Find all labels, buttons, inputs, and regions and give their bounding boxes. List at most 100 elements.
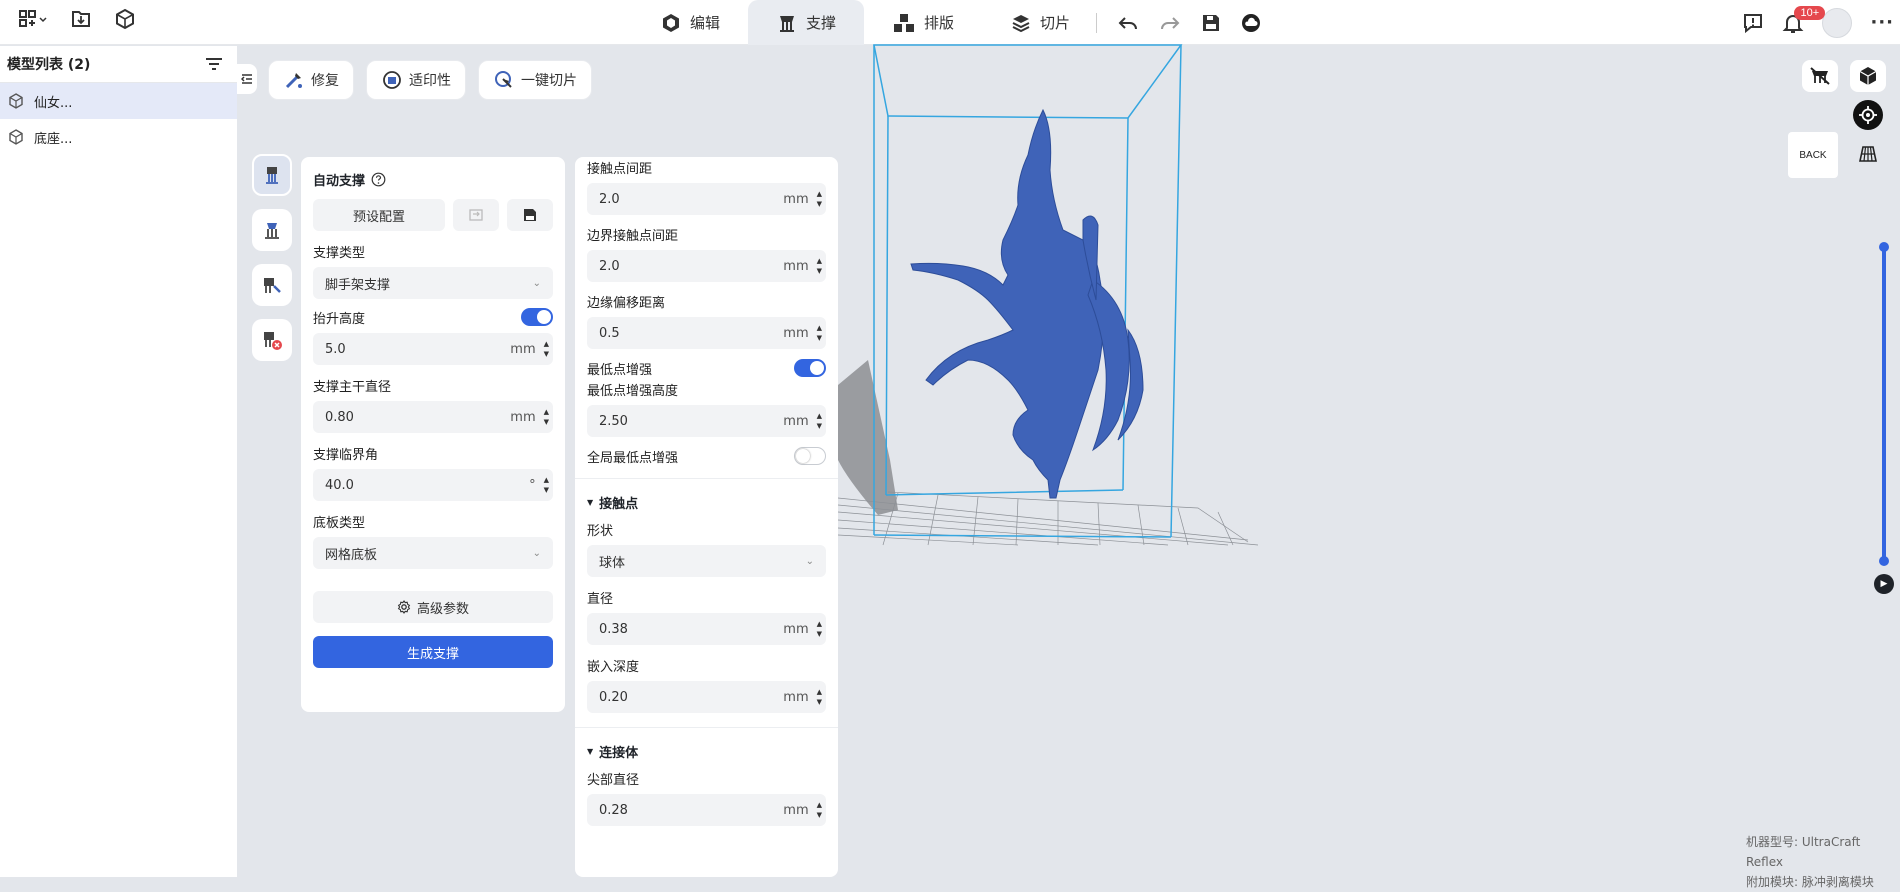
advanced-params-panel: 接触点间距 2.0 mm ▲ ▼ 边界接触点间距 2.0 mm ▲ ▼ 边缘偏移距离…	[575, 157, 838, 877]
target-icon	[1859, 106, 1877, 124]
auto-support-tool[interactable]	[252, 154, 292, 196]
hide-support-button[interactable]	[1802, 60, 1838, 92]
model-list-header: 模型列表 (2)	[0, 46, 237, 83]
stepper-icon[interactable]: ▲ ▼	[817, 687, 822, 707]
tab-layout[interactable]: 排版	[864, 0, 982, 45]
edge-offset-input[interactable]: 0.5 mm ▲ ▼	[587, 317, 826, 349]
edit-cube-icon	[663, 13, 679, 32]
unit-label: mm	[510, 409, 536, 425]
contact-spacing-input[interactable]: 2.0 mm ▲ ▼	[587, 183, 826, 215]
support-type-select[interactable]: 脚手架支撑 ⌄	[313, 267, 553, 299]
support-type-label: 支撑类型	[313, 245, 366, 261]
model-list-sidebar: 模型列表 (2) 仙女... 底座...	[0, 46, 237, 877]
lift-height-toggle[interactable]	[521, 308, 553, 326]
stepper-icon[interactable]: ▲ ▼	[544, 407, 549, 427]
stepper-icon[interactable]: ▲ ▼	[817, 619, 822, 639]
shape-value: 球体	[599, 555, 626, 571]
stepper-icon[interactable]: ▲ ▼	[817, 800, 822, 820]
tab-support[interactable]: 支撑	[748, 0, 865, 45]
apps-menu-icon[interactable]	[18, 8, 48, 30]
preset-config-button[interactable]: 预设配置	[313, 199, 445, 231]
stepper-icon[interactable]: ▲ ▼	[544, 339, 549, 359]
save-icon	[524, 209, 536, 221]
undo-icon[interactable]	[1117, 13, 1139, 33]
diameter-value: 0.38	[599, 621, 628, 637]
support-mode-tools	[252, 154, 292, 361]
slider-bottom-handle[interactable]	[1879, 556, 1889, 566]
save-preset-button[interactable]	[507, 199, 553, 231]
import-icon[interactable]	[70, 8, 92, 30]
cloud-icon[interactable]	[1241, 13, 1261, 33]
edge-offset-label: 边缘偏移距离	[587, 295, 666, 311]
lowest-point-toggle[interactable]	[794, 359, 826, 377]
one-click-slice-button[interactable]: 一键切片	[478, 60, 592, 100]
build-plate-grid	[838, 491, 1258, 546]
top-bar: 编辑 支撑 排版 切片 10+ ···	[0, 0, 1900, 45]
tip-diameter-input[interactable]: 0.28 mm ▲ ▼	[587, 794, 826, 826]
printability-icon	[383, 71, 401, 89]
shape-label: 形状	[587, 523, 614, 539]
edge-contact-spacing-input[interactable]: 2.0 mm ▲ ▼	[587, 250, 826, 282]
stepper-icon[interactable]: ▲ ▼	[817, 256, 822, 276]
feedback-icon[interactable]	[1742, 12, 1764, 34]
unit-label: mm	[783, 621, 809, 637]
unit-label: mm	[783, 802, 809, 818]
unit-label: mm	[783, 191, 809, 207]
edit-support-icon	[264, 278, 281, 293]
3d-viewport[interactable]	[838, 40, 1258, 560]
global-lowest-toggle[interactable]	[794, 447, 826, 465]
lowest-point-height-input[interactable]: 2.50 mm ▲ ▼	[587, 405, 826, 437]
model-list-item[interactable]: 底座...	[0, 119, 237, 155]
manual-support-tool[interactable]	[252, 209, 292, 251]
view-cube-button[interactable]	[1850, 60, 1886, 92]
filter-icon[interactable]	[205, 57, 223, 71]
diameter-label: 直径	[587, 591, 614, 607]
delete-support-tool[interactable]	[252, 319, 292, 361]
play-button[interactable]: ▶	[1874, 574, 1894, 594]
advanced-params-label: 高级参数	[416, 601, 469, 617]
tab-slice[interactable]: 切片	[982, 0, 1098, 45]
stepper-icon[interactable]: ▲ ▼	[817, 411, 822, 431]
stepper-icon[interactable]: ▲ ▼	[817, 189, 822, 209]
figurine-model	[910, 108, 1144, 499]
locate-button[interactable]	[1853, 100, 1883, 130]
more-icon[interactable]: ···	[1870, 12, 1894, 33]
base-type-select[interactable]: 网格底板 ⌄	[313, 537, 553, 569]
help-icon[interactable]	[371, 172, 386, 187]
layer-slider[interactable]	[1879, 242, 1889, 566]
unit-label: °	[529, 477, 536, 493]
grid-view-button[interactable]	[1850, 138, 1886, 170]
edit-support-tool[interactable]	[252, 264, 292, 306]
notification-bell-icon[interactable]: 10+	[1782, 5, 1826, 34]
advanced-params-button[interactable]: 高级参数	[313, 591, 553, 623]
shape-select[interactable]: 球体 ⌄	[587, 545, 826, 577]
connector-section-title: 连接体	[599, 745, 639, 761]
embed-depth-input[interactable]: 0.20 mm ▲ ▼	[587, 681, 826, 713]
tab-edit-label: 编辑	[690, 14, 721, 32]
contact-section-header[interactable]: ▼ 接触点	[587, 491, 826, 513]
avatar[interactable]	[1822, 7, 1853, 38]
stepper-icon[interactable]: ▲ ▼	[544, 475, 549, 495]
one-click-slice-icon	[495, 71, 512, 88]
tab-edit[interactable]: 编辑	[632, 0, 748, 45]
connector-section-header[interactable]: ▼ 连接体	[587, 740, 826, 762]
redo-icon[interactable]	[1159, 13, 1181, 33]
back-view-label[interactable]: BACK	[1788, 132, 1838, 178]
contact-section-title: 接触点	[599, 496, 639, 512]
model-list-item[interactable]: 仙女...	[0, 83, 237, 119]
lowest-point-height-value: 2.50	[599, 413, 628, 429]
diameter-input[interactable]: 0.38 mm ▲ ▼	[587, 613, 826, 645]
view-cube-icon	[1859, 67, 1877, 85]
collapse-panel-button[interactable]	[237, 64, 257, 94]
save-icon[interactable]	[1201, 13, 1221, 33]
repair-button[interactable]: 修复	[268, 60, 354, 100]
stepper-icon[interactable]: ▲ ▼	[817, 323, 822, 343]
critical-angle-input[interactable]: 40.0 ° ▲ ▼	[313, 469, 553, 501]
generate-support-button[interactable]: 生成支撑	[313, 636, 553, 668]
lift-height-input[interactable]: 5.0 mm ▲ ▼	[313, 333, 553, 365]
printability-button[interactable]: 适印性	[366, 60, 466, 100]
trunk-diameter-input[interactable]: 0.80 mm ▲ ▼	[313, 401, 553, 433]
model-cube-icon[interactable]	[114, 8, 136, 30]
slider-top-handle[interactable]	[1879, 242, 1889, 252]
apply-preset-button[interactable]	[453, 199, 499, 231]
